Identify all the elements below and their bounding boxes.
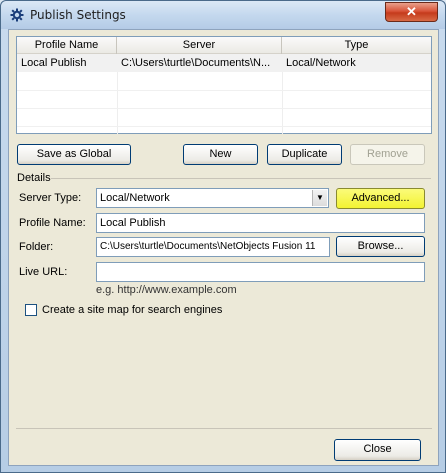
- server-type-label: Server Type:: [19, 192, 82, 204]
- column-header-type[interactable]: Type: [282, 37, 431, 54]
- close-window-button[interactable]: ✕: [385, 2, 438, 22]
- row-divider: [17, 126, 431, 127]
- window-title: Publish Settings: [30, 8, 126, 22]
- row-divider: [17, 108, 431, 109]
- dialog-body: Profile Name Server Type Local Publish C…: [8, 29, 439, 466]
- chevron-down-icon[interactable]: ▼: [312, 190, 327, 206]
- row-divider: [17, 90, 431, 91]
- folder-field[interactable]: C:\Users\turtle\Documents\NetObjects Fus…: [96, 237, 330, 257]
- sitemap-checkbox-label[interactable]: Create a site map for search engines: [42, 304, 222, 316]
- folder-label: Folder:: [19, 241, 54, 253]
- remove-button[interactable]: Remove: [350, 144, 425, 165]
- gear-icon: [10, 8, 24, 22]
- duplicate-button[interactable]: Duplicate: [267, 144, 342, 165]
- sitemap-checkbox[interactable]: [25, 304, 37, 316]
- live-url-field[interactable]: [96, 262, 425, 282]
- new-button[interactable]: New: [183, 144, 258, 165]
- profile-name-label: Profile Name:: [19, 217, 86, 229]
- cell-server: C:\Users\turtle\Documents\N...: [121, 57, 271, 69]
- live-url-label: Live URL:: [19, 266, 68, 278]
- title-bar[interactable]: Publish Settings ✕: [1, 1, 445, 29]
- save-as-global-button[interactable]: Save as Global: [17, 144, 131, 165]
- details-divider: [51, 178, 431, 179]
- close-icon: ✕: [406, 4, 417, 19]
- column-header-server[interactable]: Server: [117, 37, 282, 54]
- details-group-label: Details: [17, 172, 51, 184]
- close-button[interactable]: Close: [334, 439, 421, 461]
- profile-table: Profile Name Server Type Local Publish C…: [16, 36, 432, 134]
- table-row[interactable]: Local Publish C:\Users\turtle\Documents\…: [17, 54, 431, 72]
- cell-profile-name: Local Publish: [21, 57, 87, 69]
- publish-settings-window: Publish Settings ✕ Profile Name Server T…: [0, 0, 446, 473]
- server-type-select[interactable]: Local/Network ▼: [96, 188, 329, 208]
- column-header-profile-name[interactable]: Profile Name: [17, 37, 117, 54]
- browse-button[interactable]: Browse...: [336, 236, 425, 257]
- cell-type: Local/Network: [286, 57, 356, 69]
- table-header: Profile Name Server Type: [17, 37, 431, 54]
- server-type-value: Local/Network: [100, 192, 170, 204]
- profile-name-field[interactable]: Local Publish: [96, 213, 425, 233]
- advanced-button[interactable]: Advanced...: [336, 188, 425, 209]
- live-url-hint: e.g. http://www.example.com: [96, 284, 237, 296]
- footer-divider: [16, 428, 432, 429]
